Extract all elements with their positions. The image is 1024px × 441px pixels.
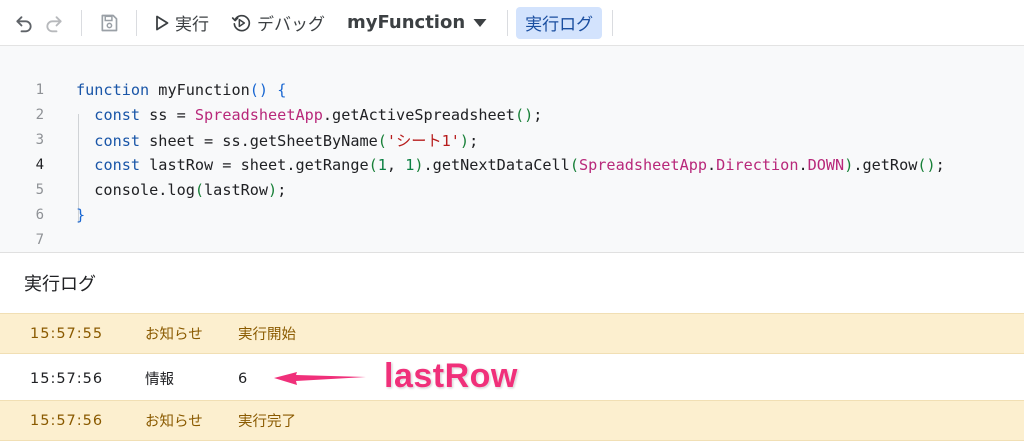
- log-type: お知らせ: [145, 327, 203, 343]
- execution-log-button[interactable]: 実行ログ: [516, 6, 603, 39]
- code-text: console.log(lastRow);: [76, 180, 287, 199]
- undo-icon: [16, 15, 32, 32]
- execution-log-label: 実行ログ: [525, 15, 594, 35]
- play-icon: [156, 15, 169, 30]
- save-button[interactable]: [94, 8, 124, 38]
- log-message: 6: [238, 370, 248, 387]
- run-label: 実行: [175, 15, 209, 35]
- code-line[interactable]: 2 const ss = SpreadsheetApp.getActiveSpr…: [0, 102, 1024, 127]
- code-line[interactable]: 4 const lastRow = sheet.getRange(1, 1).g…: [0, 152, 1024, 177]
- toolbar: 実行 デバッグ myFunction 実行ログ: [0, 0, 1024, 46]
- code-line[interactable]: 6 }: [0, 202, 1024, 227]
- function-select[interactable]: myFunction: [341, 8, 493, 38]
- code-text: }: [76, 205, 86, 224]
- code-text: const sheet = ss.getSheetByName('シート1');: [94, 131, 479, 150]
- log-type: 情報: [145, 372, 174, 388]
- redo-icon: [46, 15, 62, 32]
- log-row[interactable]: 15:57:55 お知らせ 実行開始: [0, 313, 1024, 354]
- code-line[interactable]: 7: [0, 227, 1024, 252]
- log-type: お知らせ: [145, 414, 203, 430]
- caret-down-icon: [473, 18, 487, 27]
- code-editor[interactable]: 1 function myFunction() { 2 const ss = S…: [0, 46, 1024, 253]
- code-line[interactable]: 3 const sheet = ss.getSheetByName('シート1'…: [0, 127, 1024, 152]
- line-number: 2: [35, 106, 44, 123]
- code-text: const ss = SpreadsheetApp.getActiveSprea…: [94, 105, 543, 124]
- save-icon: [101, 14, 118, 31]
- log-message: 実行完了: [238, 414, 296, 430]
- line-number: 7: [35, 231, 44, 248]
- log-message: 実行開始: [238, 327, 296, 343]
- run-button[interactable]: 実行: [149, 8, 215, 38]
- line-number: 3: [35, 131, 44, 148]
- code-text: function myFunction() {: [76, 80, 287, 99]
- annotation-arrow-icon: [274, 372, 366, 385]
- log-time: 15:57:55: [30, 325, 104, 342]
- log-time: 15:57:56: [30, 370, 104, 387]
- line-number: 4: [35, 156, 44, 173]
- log-row[interactable]: 15:57:56 お知らせ 実行完了: [0, 400, 1024, 441]
- redo-button[interactable]: [39, 8, 69, 38]
- code-line[interactable]: 1 function myFunction() {: [0, 77, 1024, 102]
- toolbar-divider: [507, 9, 509, 36]
- code-text: const lastRow = sheet.getRange(1, 1).get…: [94, 155, 945, 174]
- debug-icon: [231, 14, 251, 31]
- undo-button[interactable]: [9, 8, 39, 38]
- annotation-label: lastRow: [384, 357, 518, 395]
- line-number: 6: [35, 206, 44, 223]
- code-line[interactable]: 5 console.log(lastRow);: [0, 177, 1024, 202]
- toolbar-divider: [612, 9, 614, 36]
- toolbar-divider: [136, 9, 137, 36]
- line-number: 5: [35, 181, 44, 198]
- log-time: 15:57:56: [30, 412, 104, 429]
- toolbar-divider: [81, 9, 82, 36]
- line-number: 1: [35, 81, 44, 98]
- function-select-value: myFunction: [347, 12, 466, 33]
- debug-label: デバッグ: [257, 15, 325, 35]
- execution-log-title: 実行ログ: [24, 274, 96, 295]
- debug-button[interactable]: デバッグ: [225, 8, 331, 38]
